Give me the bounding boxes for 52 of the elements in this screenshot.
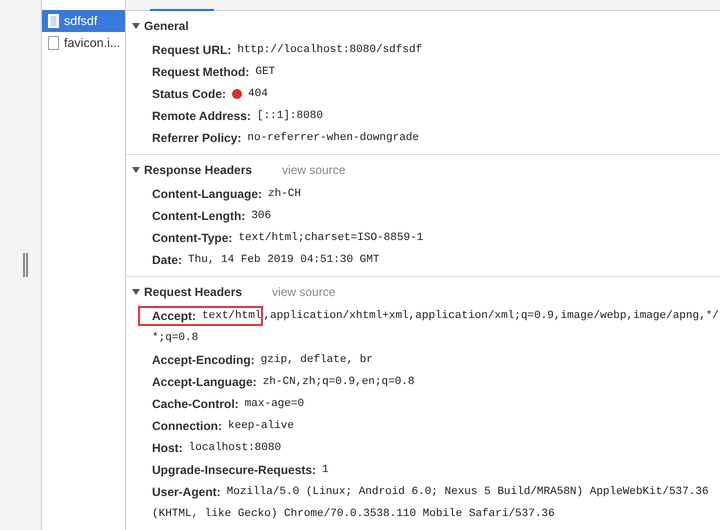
section-title[interactable]: General (144, 19, 189, 33)
header-name: Remote Address: (152, 109, 251, 123)
header-name: Accept: (152, 309, 196, 323)
header-name: Accept-Language: (152, 375, 257, 389)
header-value: Thu, 14 Feb 2019 04:51:30 GMT (188, 253, 380, 267)
header-value: [::1]:8080 (256, 109, 323, 123)
status-dot-icon (232, 89, 242, 99)
request-item[interactable]: favicon.i... (42, 32, 125, 54)
header-value: GET (255, 65, 276, 79)
header-value: no-referrer-when-downgrade (247, 131, 420, 145)
header-value: 306 (251, 209, 272, 223)
header-name: Request URL: (152, 43, 232, 57)
request-item[interactable]: sdfsdf (42, 10, 125, 32)
header-name: Status Code: (152, 87, 226, 101)
header-value: localhost:8080 (188, 441, 282, 455)
header-value: 404 (248, 87, 268, 101)
header-value: zh-CH (268, 187, 302, 201)
header-name: User-Agent: (152, 485, 221, 499)
disclosure-triangle-icon[interactable] (132, 288, 140, 296)
document-icon (48, 36, 59, 50)
header-name: Accept-Encoding: (152, 353, 255, 367)
header-value: text/html;charset=ISO-8859-1 (238, 231, 424, 245)
view-source-link[interactable]: view source (272, 285, 336, 299)
header-value: max-age=0 (244, 397, 304, 411)
header-name: Host: (152, 441, 183, 455)
header-value: keep-alive (228, 419, 294, 433)
section-title[interactable]: Response Headers (144, 163, 252, 177)
header-name: Content-Type: (152, 231, 232, 245)
header-value: Mozilla/5.0 (Linux; Android 6.0; Nexus 5 Build/MRA58N) AppleWebKit/537.36 (226, 485, 709, 499)
header-value: http://localhost:8080/sdfsdf (237, 43, 422, 57)
header-name: Cache-Control: (152, 397, 239, 411)
header-value: gzip, deflate, br (260, 353, 373, 367)
header-value: *;q=0.8 (152, 331, 198, 345)
active-tab-indicator (150, 9, 214, 11)
section-title[interactable]: Request Headers (144, 285, 242, 299)
view-source-link[interactable]: view source (282, 163, 346, 177)
disclosure-triangle-icon[interactable] (132, 22, 140, 30)
header-name: Connection: (152, 419, 222, 433)
header-value: text/html (202, 309, 262, 323)
header-name: Content-Language: (152, 187, 262, 201)
resize-handle[interactable] (23, 253, 28, 277)
header-name: Content-Length: (152, 209, 246, 223)
header-value: 1 (322, 463, 329, 477)
document-icon (48, 14, 59, 28)
header-name: Upgrade-Insecure-Requests: (152, 463, 316, 477)
header-value: ,application/xhtml+xml,application/xml;q=0.9,image/webp,image/apng,*/ (263, 309, 719, 323)
header-value: (KHTML, like Gecko) Chrome/70.0.3538.110 Mobile Safari/537.36 (152, 507, 555, 521)
disclosure-triangle-icon[interactable] (132, 166, 140, 174)
header-value: zh-CN,zh;q=0.9,en;q=0.8 (262, 375, 415, 389)
header-name: Referrer Policy: (152, 131, 242, 145)
header-name: Date: (152, 253, 182, 267)
header-name: Request Method: (152, 65, 250, 79)
